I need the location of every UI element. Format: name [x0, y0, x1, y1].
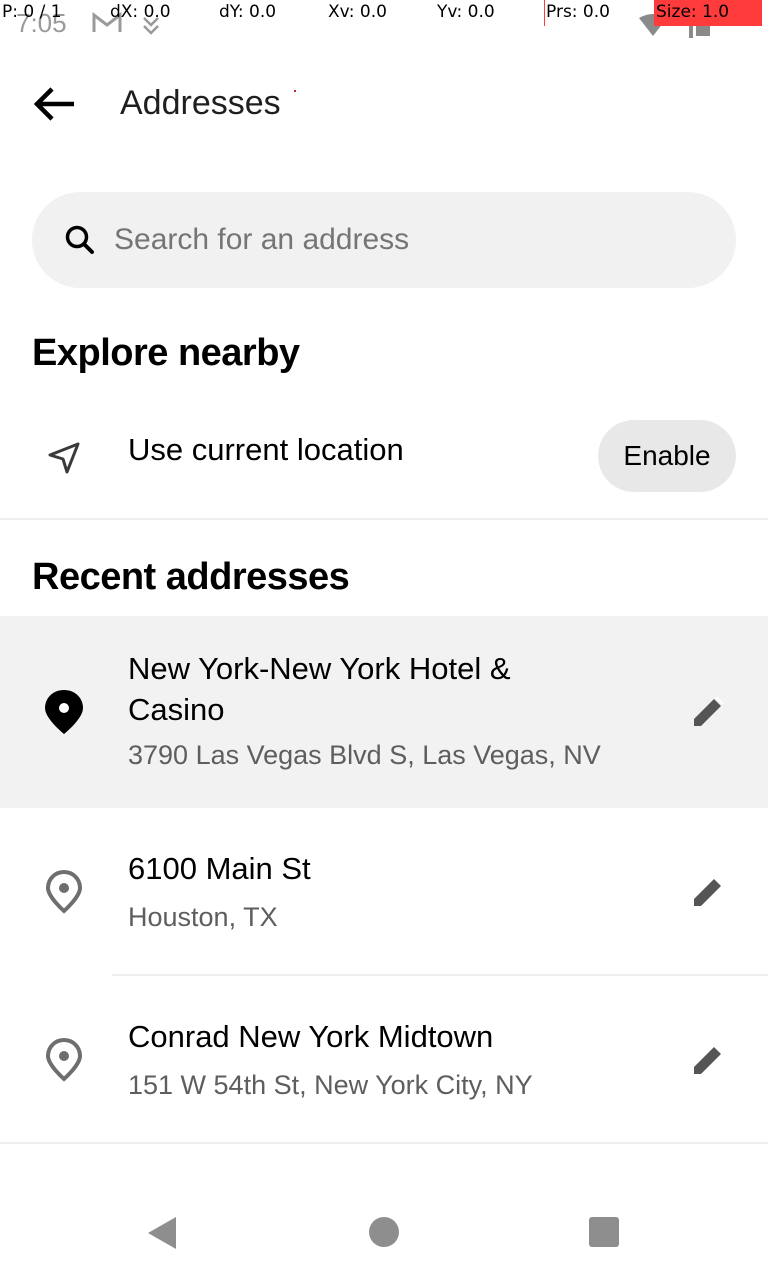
explore-heading: Explore nearby: [32, 332, 300, 374]
overlay-yv: Yv: 0.0: [437, 2, 495, 22]
address-detail: 3790 Las Vegas Blvd S, Las Vegas, NV: [128, 740, 601, 770]
debug-overlay: P: 0 / 1 dX: 0.0 dY: 0.0 Xv: 0.0 Yv: 0.0…: [0, 0, 768, 26]
page-title: Addresses: [120, 84, 281, 122]
overlay-xv: Xv: 0.0: [328, 2, 387, 22]
address-detail: 151 W 54th St, New York City, NY: [128, 1070, 533, 1100]
address-detail: Houston, TX: [128, 902, 278, 932]
address-name: Conrad New York Midtown: [128, 1019, 494, 1054]
overlay-dy: dY: 0.0: [219, 2, 277, 22]
pencil-icon: [694, 876, 724, 906]
overlay-dx: dX: 0.0: [110, 2, 171, 22]
navigation-arrow-icon: [48, 442, 80, 474]
recent-heading: Recent addresses: [32, 556, 350, 598]
recent-address-row[interactable]: New York-New York Hotel & Casino 3790 La…: [0, 616, 768, 808]
overlay-prs: Prs: 0.0: [546, 2, 610, 22]
map-pin-filled-icon: [45, 690, 83, 734]
arrow-left-icon: [33, 87, 74, 121]
divider: [0, 1142, 768, 1144]
system-nav-bar: [0, 1184, 768, 1280]
search-icon: [65, 225, 94, 254]
edit-address-button[interactable]: [684, 868, 732, 916]
pressure-marker: [544, 0, 545, 26]
edit-address-button[interactable]: [684, 1036, 732, 1084]
map-pin-outline-icon: [45, 1037, 83, 1082]
divider: [0, 518, 768, 520]
search-input[interactable]: [112, 222, 676, 258]
title-dot: [294, 90, 296, 92]
nav-back-icon[interactable]: [146, 1216, 178, 1250]
pencil-icon: [694, 1044, 724, 1074]
recent-address-row[interactable]: Conrad New York Midtown 151 W 54th St, N…: [0, 976, 768, 1142]
current-location-label: Use current location: [128, 432, 404, 467]
overlay-size: Size: 1.0: [656, 2, 730, 22]
nav-recents-icon[interactable]: [589, 1217, 619, 1247]
pencil-icon: [694, 696, 724, 726]
current-location-row[interactable]: Use current location Enable: [0, 400, 768, 510]
nav-home-icon[interactable]: [369, 1217, 399, 1247]
recent-address-row[interactable]: 6100 Main St Houston, TX: [0, 808, 768, 974]
search-bar[interactable]: [32, 192, 736, 288]
address-name: New York-New York Hotel & Casino: [128, 651, 511, 727]
map-pin-outline-icon: [45, 869, 83, 914]
overlay-pointer: P: 0 / 1: [2, 2, 62, 22]
edit-address-button[interactable]: [684, 688, 732, 736]
back-button[interactable]: [26, 78, 82, 130]
enable-button[interactable]: Enable: [598, 420, 736, 492]
address-name: 6100 Main St: [128, 851, 311, 886]
